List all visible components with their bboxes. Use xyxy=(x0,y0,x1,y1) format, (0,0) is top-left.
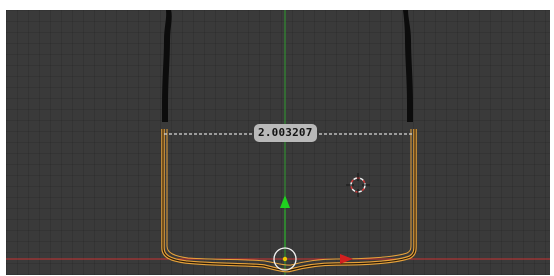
3d-cursor-icon[interactable] xyxy=(346,173,370,197)
3d-viewport[interactable]: 2.003207 xyxy=(6,10,550,275)
mesh-right-profile[interactable] xyxy=(403,10,413,122)
pivot-dot xyxy=(282,256,288,262)
mesh-left-profile[interactable] xyxy=(162,10,172,122)
viewport-scene[interactable] xyxy=(6,10,550,275)
measure-value-label: 2.003207 xyxy=(254,124,317,142)
y-arrow-head-icon[interactable] xyxy=(280,195,290,208)
